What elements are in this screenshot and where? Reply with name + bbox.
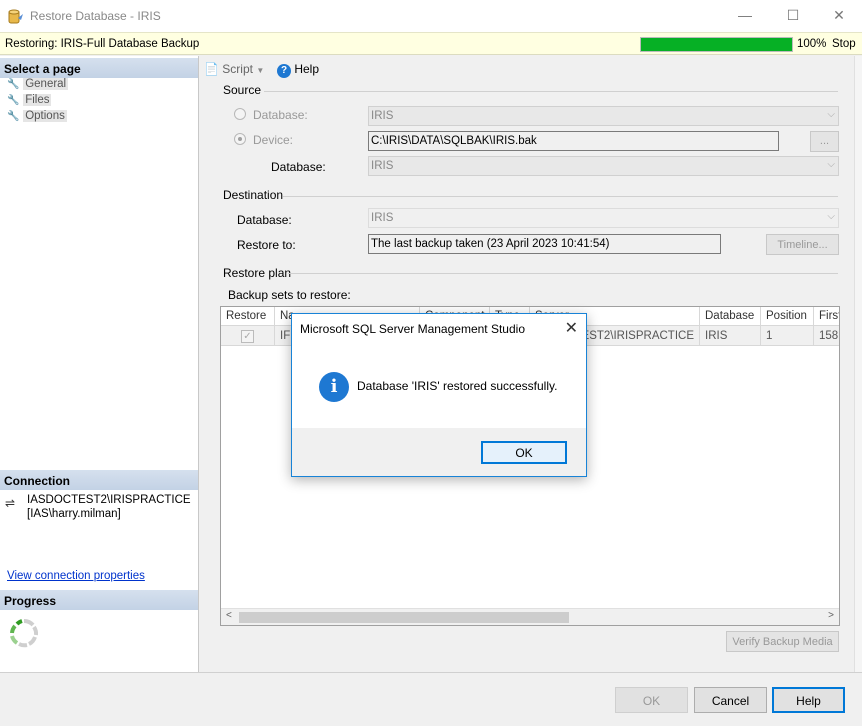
dialog-close-icon[interactable]: ✕ [565, 318, 578, 338]
left-pane: Select a page 🔧 General 🔧 Files 🔧 Option… [0, 56, 199, 672]
wrench-icon: 🔧 [7, 79, 20, 90]
cell-first: 158 [819, 330, 839, 342]
message-dialog: Microsoft SQL Server Management Studio ✕… [291, 313, 587, 477]
minimize-button[interactable]: — [722, 0, 768, 32]
connection-header: Connection [0, 470, 198, 490]
connection-server: IASDOCTEST2\IRISPRACTICE [27, 494, 191, 506]
verify-backup-media-button[interactable]: Verify Backup Media [726, 631, 839, 652]
device-database-combo[interactable]: IRIS ⌵ [368, 156, 839, 176]
divider [288, 273, 838, 274]
cancel-button[interactable]: Cancel [694, 687, 767, 713]
source-section-label: Source [223, 83, 262, 97]
scrollbar-thumb[interactable] [239, 612, 569, 623]
help-label: Help [294, 62, 320, 76]
select-page-header: Select a page [0, 58, 198, 78]
destination-database-label: Database: [237, 213, 292, 227]
stop-button[interactable]: Stop [832, 38, 856, 50]
info-icon: i [319, 372, 349, 402]
chevron-down-icon: ⌵ [827, 159, 835, 170]
close-button[interactable]: ✕ [816, 0, 862, 32]
dialog-ok-button[interactable]: OK [481, 441, 567, 464]
dialog-message: Database 'IRIS' restored successfully. [357, 379, 558, 393]
script-button[interactable]: 📄 Script ▼ [204, 62, 264, 76]
help-icon: ? [277, 64, 291, 78]
source-database-value: IRIS [371, 110, 394, 122]
maximize-button[interactable]: ☐ [770, 0, 816, 32]
source-database-combo[interactable]: IRIS ⌵ [368, 106, 839, 126]
status-text: Restoring: IRIS-Full Database Backup [5, 38, 200, 50]
destination-section-label: Destination [223, 188, 284, 202]
destination-database-combo[interactable]: IRIS ⌵ [368, 208, 839, 228]
chevron-down-icon: ⌵ [827, 109, 835, 120]
script-label: Script [222, 62, 253, 76]
page-general[interactable]: 🔧 General [7, 78, 69, 93]
view-connection-properties-link[interactable]: View connection properties [7, 570, 145, 582]
status-bar: Restoring: IRIS-Full Database Backup 100… [0, 32, 862, 55]
page-options-label: Options [23, 110, 67, 122]
page-general-label: General [23, 78, 69, 90]
divider [264, 91, 838, 92]
window-title: Restore Database - IRIS [30, 9, 161, 23]
restore-checkbox[interactable]: ✓ [221, 326, 275, 346]
device-database-value: IRIS [371, 160, 394, 172]
database-radio[interactable] [234, 108, 246, 120]
dialog-title: Microsoft SQL Server Management Studio [300, 322, 525, 336]
page-files-label: Files [23, 94, 52, 106]
backup-sets-label: Backup sets to restore: [228, 288, 351, 302]
device-path-field[interactable]: C:\IRIS\DATA\SQLBAK\IRIS.bak [368, 131, 779, 151]
progress-percent: 100% [797, 38, 827, 50]
bottom-bar: OK Cancel Help [0, 672, 862, 726]
wrench-icon: 🔧 [7, 95, 20, 106]
timeline-button[interactable]: Timeline... [766, 234, 839, 255]
restore-to-field[interactable]: The last backup taken (23 April 2023 10:… [368, 234, 721, 254]
column-restore[interactable]: Restore [221, 307, 275, 326]
restore-to-label: Restore to: [237, 238, 296, 252]
help-button[interactable]: Help [772, 687, 845, 713]
cell-position: 1 [761, 326, 814, 346]
title-bar: Restore Database - IRIS — ☐ ✕ [0, 0, 862, 32]
dialog-footer: OK [292, 428, 586, 476]
cell-database: IRIS [700, 326, 761, 346]
horizontal-scrollbar[interactable]: < > [221, 608, 839, 625]
scroll-left-icon[interactable]: < [226, 610, 232, 621]
device-radio[interactable] [234, 133, 246, 145]
page-files[interactable]: 🔧 Files [7, 94, 52, 109]
column-position[interactable]: Position [761, 307, 814, 326]
divider [283, 196, 838, 197]
column-first[interactable]: First [814, 307, 839, 326]
restore-plan-section-label: Restore plan [223, 266, 292, 280]
page-options[interactable]: 🔧 Options [7, 110, 67, 125]
device-radio-label: Device: [253, 133, 294, 147]
progress-fill [641, 38, 792, 51]
destination-database-value: IRIS [371, 212, 394, 224]
restore-database-icon [8, 9, 23, 24]
script-icon: 📄 [204, 62, 219, 76]
scroll-right-icon[interactable]: > [828, 610, 834, 621]
help-toolbar-button[interactable]: ? Help [277, 62, 319, 78]
connection-icon: ⇌ [5, 496, 16, 510]
column-database[interactable]: Database [700, 307, 761, 326]
database-radio-label: Database: [253, 108, 308, 122]
wrench-icon: 🔧 [7, 111, 20, 122]
connection-user: [IAS\harry.milman] [27, 508, 121, 520]
progress-header: Progress [0, 590, 198, 610]
browse-device-button[interactable]: ... [810, 131, 839, 152]
checkbox-check-icon: ✓ [241, 330, 254, 343]
progress-bar [640, 37, 793, 52]
chevron-down-icon: ⌵ [827, 211, 835, 222]
chevron-down-icon: ▼ [256, 66, 265, 75]
vertical-scrollbar[interactable] [854, 56, 862, 672]
ok-button[interactable]: OK [615, 687, 688, 713]
device-database-label: Database: [271, 160, 326, 174]
progress-spinner-icon [10, 618, 39, 648]
